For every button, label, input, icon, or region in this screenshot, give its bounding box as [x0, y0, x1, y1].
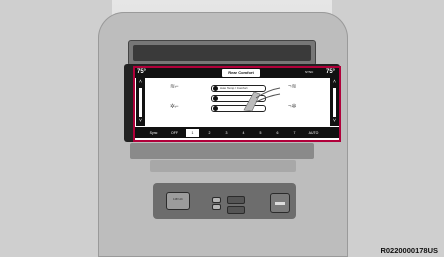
seat-heat-icon[interactable]: ≋⌐	[170, 84, 179, 91]
chevron-down-icon[interactable]: ˅	[139, 119, 142, 124]
fan-auto-button[interactable]: AUTO	[307, 129, 320, 137]
seat-vent-icon[interactable]: ¬✲	[288, 104, 297, 111]
left-temp-slider[interactable]: ˄ ˅	[136, 78, 145, 126]
fan-level[interactable]: 7	[288, 129, 301, 137]
chevron-up-icon[interactable]: ˄	[139, 80, 142, 85]
chevron-down-icon[interactable]: ˅	[333, 119, 336, 124]
airflow-seat-icon	[243, 87, 281, 112]
slider-track	[139, 88, 142, 117]
seat-heat-icon[interactable]: ¬≋	[288, 84, 297, 91]
right-temperature: 75°	[326, 69, 336, 75]
outlet-label: 115V AC	[173, 198, 183, 201]
fan-level[interactable]: 2	[203, 129, 216, 137]
mode-icon	[213, 86, 218, 91]
fan-off-button[interactable]: Sync	[147, 129, 160, 137]
fan-level[interactable]: 4	[237, 129, 250, 137]
usb-a-port[interactable]	[212, 197, 221, 203]
left-temperature: 75°	[137, 69, 147, 75]
fan-level-selected[interactable]: 1	[186, 129, 199, 137]
slider-track	[333, 88, 336, 117]
usb-port[interactable]	[227, 206, 245, 214]
screen-title: Rear Comfort	[222, 69, 260, 77]
figure-code: R0220000178US	[380, 246, 438, 255]
sync-label[interactable]: SYNC	[305, 70, 313, 74]
console-illustration: 75° Rear Comfort SYNC 75° ˄ ˅ ˄ ˅ ≋⌐ ✲⌐ …	[0, 0, 444, 257]
console-shelf	[150, 160, 296, 172]
power-outlet[interactable]: 115V AC	[166, 192, 190, 210]
mode-icon	[213, 96, 218, 101]
usb-port[interactable]	[227, 196, 245, 204]
chevron-up-icon[interactable]: ˄	[333, 80, 336, 85]
hdmi-slot	[275, 202, 285, 205]
fan-level[interactable]: 5	[254, 129, 267, 137]
fan-level[interactable]: 3	[220, 129, 233, 137]
mode-icon	[213, 106, 218, 111]
air-vent-grille	[133, 45, 311, 61]
left-seat-shape	[0, 0, 112, 257]
usb-c-port[interactable]	[212, 204, 221, 210]
right-seat-shape	[332, 0, 444, 257]
seat-vent-icon[interactable]: ✲⌐	[170, 104, 179, 111]
fan-button[interactable]: OFF	[168, 129, 181, 137]
lower-bezel	[130, 143, 314, 159]
fan-level[interactable]: 6	[271, 129, 284, 137]
right-temp-slider[interactable]: ˄ ˅	[330, 78, 339, 126]
hdmi-port[interactable]	[270, 193, 290, 213]
